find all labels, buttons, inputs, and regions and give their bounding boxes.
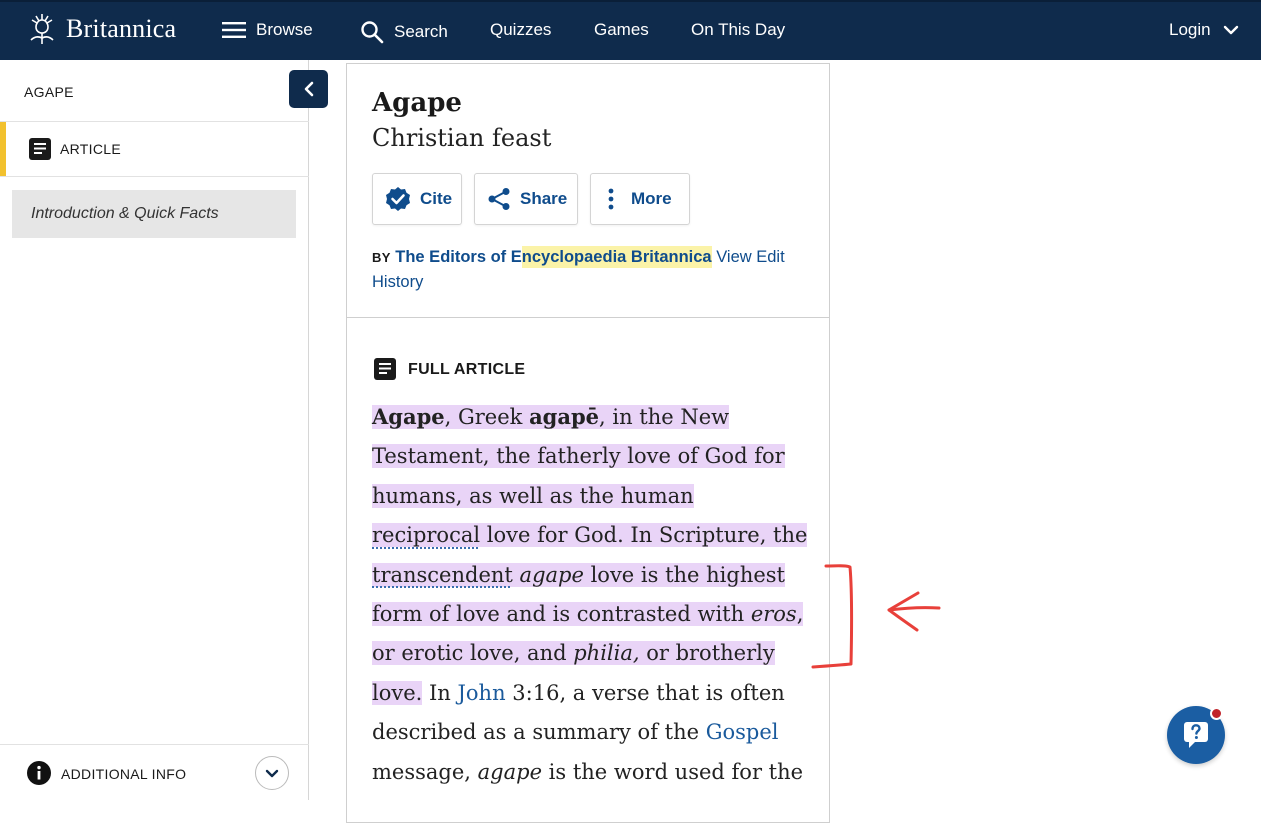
page-subtitle: Christian feast [372, 124, 551, 152]
more-button[interactable]: More [590, 173, 690, 225]
nav-browse-label: Browse [256, 20, 313, 40]
chevron-down-icon [265, 769, 279, 778]
sidebar-item-introduction[interactable]: Introduction & Quick Facts [12, 190, 296, 238]
divider [347, 317, 829, 318]
active-indicator [0, 122, 6, 176]
sidebar-item-article-label: ARTICLE [60, 141, 121, 157]
help-question-icon [1183, 721, 1209, 749]
article-sidebar: AGAPE ARTICLE Introduction & Quick Facts… [0, 60, 309, 800]
nav-on-this-day-label: On This Day [691, 20, 785, 40]
search-icon [360, 20, 384, 44]
sidebar-item-introduction-label: Introduction & Quick Facts [31, 205, 219, 223]
body-line: message, agape is the word used for the [372, 753, 812, 792]
body-line: Agape, Greek agapē, in the New [372, 397, 812, 437]
collapse-sidebar-button[interactable] [289, 70, 328, 108]
divider [0, 176, 309, 177]
chevron-left-icon [304, 81, 314, 97]
body-line: or erotic love, and philia, or brotherly [372, 634, 812, 673]
body-line: transcendent agape love is the highest [372, 556, 812, 595]
nav-search-label: Search [394, 22, 448, 42]
body-line: reciprocal love for God. In Scripture, t… [372, 516, 812, 555]
nav-games-label: Games [594, 20, 649, 40]
additional-info-label: ADDITIONAL INFO [61, 766, 186, 782]
body-line: humans, as well as the human [372, 477, 812, 516]
info-icon [27, 761, 51, 785]
nav-games[interactable]: Games [594, 20, 649, 40]
cite-button[interactable]: Cite [372, 173, 462, 225]
body-line: love. In John 3:16, a verse that is ofte… [372, 674, 812, 713]
body-line: form of love and is contrasted with eros… [372, 595, 812, 634]
more-label: More [631, 189, 672, 209]
login-label: Login [1169, 20, 1211, 40]
body-line: described as a summary of the Gospel [372, 713, 812, 752]
body-line: Testament, the fatherly love of God for [372, 437, 812, 476]
share-button[interactable]: Share [474, 173, 578, 225]
share-icon [487, 187, 511, 211]
byline-prefix: BY [372, 250, 391, 265]
britannica-logo[interactable]: Britannica [24, 12, 176, 46]
author-name-part1: The Editors of E [395, 248, 522, 266]
nav-quizzes-label: Quizzes [490, 20, 551, 40]
full-article-icon [374, 358, 396, 380]
verified-badge-icon [385, 186, 411, 212]
top-nav-bar: Britannica Browse Search Quizzes Games O… [0, 0, 1261, 60]
definition-link-reciprocal[interactable]: reciprocal [372, 523, 480, 547]
notification-dot [1210, 707, 1223, 720]
sidebar-title: AGAPE [24, 84, 74, 100]
view-edit-label: View Edit [712, 248, 785, 266]
gospel-link[interactable]: Gospel [706, 720, 779, 744]
more-vertical-icon [607, 188, 615, 210]
sidebar-item-article[interactable]: ARTICLE [0, 122, 309, 176]
john-link[interactable]: John [458, 681, 506, 705]
article-icon [29, 138, 51, 160]
share-label: Share [520, 189, 567, 209]
author-name-highlighted: ncyclopaedia Britannica [522, 246, 712, 268]
page-title: Agape [372, 88, 462, 118]
cite-label: Cite [420, 189, 452, 209]
byline: BY The Editors of Encyclopaedia Britanni… [372, 245, 812, 294]
chevron-down-icon [1223, 25, 1239, 35]
nav-on-this-day[interactable]: On This Day [691, 20, 785, 40]
expand-additional-info-button[interactable] [255, 756, 289, 790]
login-menu[interactable]: Login [1169, 20, 1239, 40]
article-body: Agape, Greek agapē, in the New Testament… [372, 397, 812, 792]
thistle-logo-icon [24, 12, 60, 46]
brand-name: Britannica [66, 14, 176, 44]
nav-search[interactable]: Search [360, 20, 448, 44]
additional-info-section[interactable]: ADDITIONAL INFO [0, 744, 309, 800]
nav-browse[interactable]: Browse [222, 20, 313, 40]
annotation-bracket-arrow-icon [805, 560, 950, 675]
article-card: Agape Christian feast Cite Share More BY… [346, 63, 830, 823]
nav-quizzes[interactable]: Quizzes [490, 20, 551, 40]
menu-icon [222, 21, 246, 39]
full-article-label: FULL ARTICLE [408, 361, 525, 379]
history-label: History [372, 273, 423, 291]
definition-link-transcendent[interactable]: transcendent [372, 563, 513, 587]
author-link[interactable]: The Editors of Encyclopaedia Britannica [395, 246, 711, 268]
